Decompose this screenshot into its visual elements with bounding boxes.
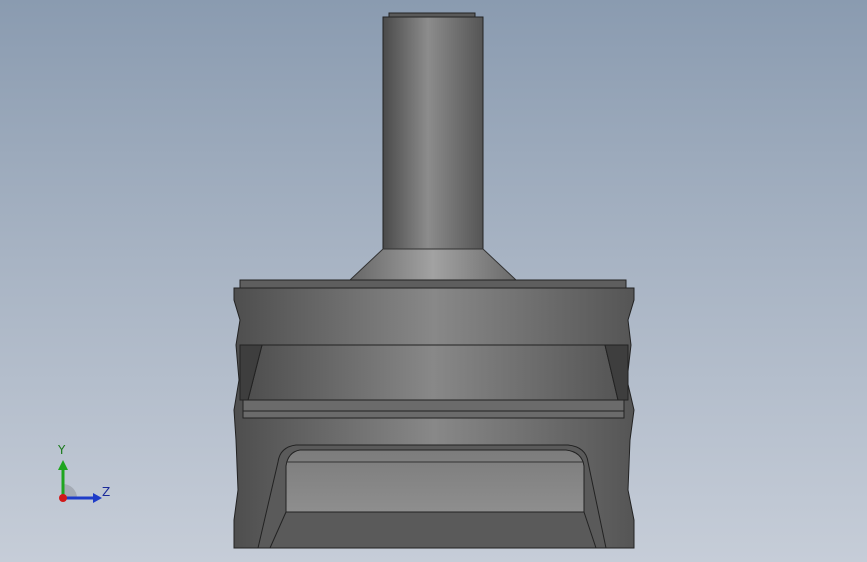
cone-transition [348,248,518,281]
graphics-viewport[interactable]: Y Z [0,0,867,562]
triad-axes [58,460,102,503]
shank [382,12,484,250]
y-axis-label: Y [58,443,66,457]
view-orientation-triad: Y Z [40,440,130,520]
z-axis-label: Z [102,485,111,499]
cutter-body [233,279,635,549]
cad-model-drill-bit[interactable] [0,0,867,562]
